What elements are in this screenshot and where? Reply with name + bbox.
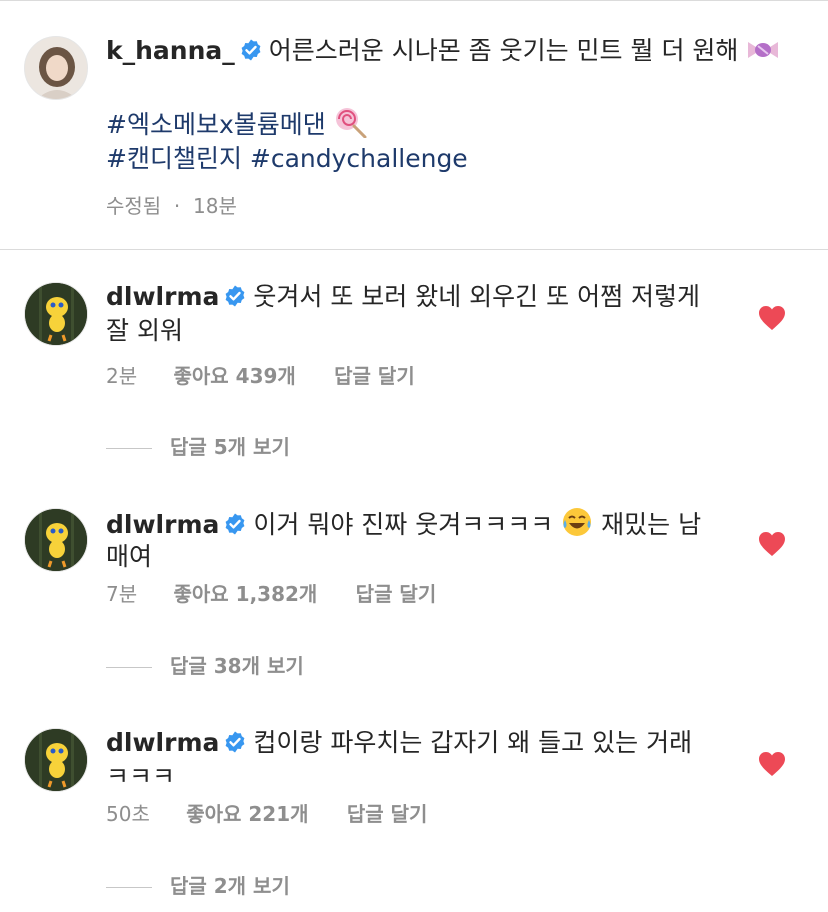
timestamp: 2분	[106, 364, 138, 388]
caption-text: 어른스러운 시나몬 좀 웃기는 민트 뭘 더 원해	[268, 36, 739, 65]
reply-button[interactable]: 답글 달기	[356, 582, 437, 606]
comment-text: 매여	[106, 542, 153, 571]
avatar[interactable]	[24, 728, 88, 792]
hashtag-link[interactable]: #캔디챌린지 #candychallenge	[106, 144, 468, 173]
avatar[interactable]	[24, 282, 88, 346]
timestamp: 18분	[193, 194, 237, 218]
hashtag-line-1: #엑소메보x볼륨메댄	[106, 106, 368, 142]
likes-count[interactable]: 좋아요 1,382개	[173, 582, 317, 606]
verified-badge-icon	[225, 513, 245, 535]
username[interactable]: dlwlrma	[106, 510, 219, 539]
heart-icon[interactable]	[758, 751, 786, 777]
comment-meta: 2분 좋아요 439개 답글 달기	[106, 364, 415, 388]
comment-line-2: ㅋㅋㅋ	[106, 760, 175, 794]
comment-text: 웃겨서 또 보러 왔네 외우긴 또 어쩜 저렇게	[253, 282, 701, 311]
caption-meta: 수정됨 · 18분	[106, 194, 237, 218]
replies-dash	[106, 887, 152, 888]
comment-line-1: dlwlrma 웃겨서 또 보러 왔네 외우긴 또 어쩜 저렇게	[106, 280, 700, 314]
comment-line-2: 잘 외워	[106, 314, 183, 348]
meta-separator: ·	[167, 194, 187, 218]
timestamp: 7분	[106, 582, 138, 606]
heart-icon[interactable]	[758, 305, 786, 331]
top-divider	[0, 0, 828, 1]
reply-button[interactable]: 답글 달기	[334, 364, 415, 388]
comment-meta: 7분 좋아요 1,382개 답글 달기	[106, 582, 436, 606]
username[interactable]: dlwlrma	[106, 728, 219, 757]
verified-badge-icon	[225, 285, 245, 307]
view-replies-button[interactable]: 답글 38개 보기	[106, 654, 304, 678]
timestamp: 50초	[106, 802, 150, 826]
verified-badge-icon	[241, 39, 261, 61]
caption-line: k_hanna_ 어른스러운 시나몬 좀 웃기는 민트 뭘 더 원해	[106, 34, 780, 68]
avatar[interactable]	[24, 36, 88, 100]
lollipop-emoji	[335, 108, 367, 138]
comment-text: 컵이랑 파우치는 갑자기 왜 들고 있는 거래	[253, 728, 693, 757]
username[interactable]: k_hanna_	[106, 36, 235, 65]
edited-label: 수정됨	[106, 194, 162, 218]
comment-line-1: dlwlrma 컵이랑 파우치는 갑자기 왜 들고 있는 거래	[106, 726, 692, 760]
replies-dash	[106, 448, 152, 449]
candy-emoji	[748, 42, 779, 58]
comment-text: ㅋㅋㅋ	[106, 762, 176, 791]
view-replies-button[interactable]: 답글 2개 보기	[106, 874, 290, 898]
comment-line-2: 매여	[106, 540, 152, 574]
hashtag-line-2: #캔디챌린지 #candychallenge	[106, 142, 468, 176]
comment-text: 잘 외워	[106, 316, 183, 345]
view-replies-label: 답글 5개 보기	[170, 435, 290, 459]
comment-text: 이거 뭐야 진짜 웃겨ㅋㅋㅋㅋ	[253, 510, 554, 539]
hashtag-link[interactable]: #엑소메보x볼륨메댄	[106, 110, 326, 139]
replies-dash	[106, 667, 152, 668]
heart-icon[interactable]	[758, 531, 786, 557]
likes-count[interactable]: 좋아요 439개	[173, 364, 295, 388]
username[interactable]: dlwlrma	[106, 282, 219, 311]
caption-divider	[0, 249, 828, 250]
view-replies-button[interactable]: 답글 5개 보기	[106, 435, 290, 459]
tears-of-joy-emoji	[563, 508, 592, 536]
avatar[interactable]	[24, 508, 88, 572]
view-replies-label: 답글 38개 보기	[170, 654, 304, 678]
verified-badge-icon	[225, 731, 245, 753]
comment-line-1: dlwlrma 이거 뭐야 진짜 웃겨ㅋㅋㅋㅋ 재밌는 남	[106, 506, 701, 542]
comment-meta: 50초 좋아요 221개 답글 달기	[106, 802, 427, 826]
likes-count[interactable]: 좋아요 221개	[186, 802, 308, 826]
view-replies-label: 답글 2개 보기	[170, 874, 290, 898]
reply-button[interactable]: 답글 달기	[347, 802, 428, 826]
comment-text: 재밌는 남	[601, 510, 702, 539]
